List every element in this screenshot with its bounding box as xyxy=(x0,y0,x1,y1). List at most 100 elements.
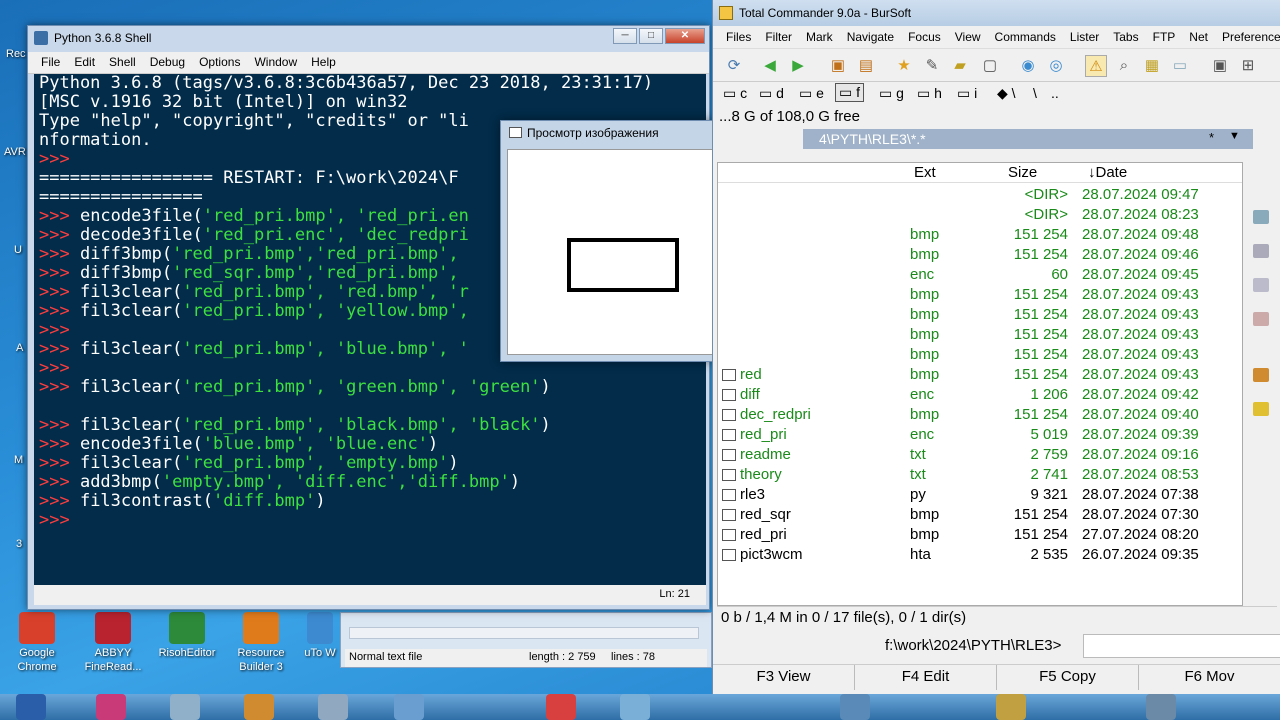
menu-edit[interactable]: Edit xyxy=(67,52,102,73)
f3-view-button[interactable]: F3 View xyxy=(713,665,855,690)
file-row[interactable]: red_pri enc 5 019 28.07.2024 09:39 xyxy=(718,425,1244,445)
record-icon[interactable] xyxy=(546,694,576,720)
f4-edit-button[interactable]: F4 Edit xyxy=(855,665,997,690)
column-ext[interactable]: Ext xyxy=(914,164,936,181)
desktop-icon-resource-builder[interactable]: Resource Builder 3 xyxy=(228,612,294,674)
file-row[interactable]: <DIR> 28.07.2024 09:47 xyxy=(718,185,1244,205)
file-row[interactable]: readme txt 2 759 28.07.2024 09:16 xyxy=(718,445,1244,465)
archive-icon[interactable] xyxy=(1253,368,1269,382)
file-row[interactable]: enc 60 28.07.2024 09:45 xyxy=(718,265,1244,285)
menu-shell[interactable]: Shell xyxy=(102,52,143,73)
drive-root[interactable]: \ xyxy=(1033,85,1037,101)
column-date[interactable]: ↓Date xyxy=(1088,164,1127,181)
desktop-icon-risoheditor[interactable]: RisohEditor xyxy=(154,612,220,660)
desktop-icon-utorrent[interactable]: uTo W xyxy=(300,612,340,660)
drive-e[interactable]: ▭ e xyxy=(799,85,824,102)
search-tool-icon[interactable] xyxy=(318,694,348,720)
warning-icon[interactable]: ⚠ xyxy=(1085,55,1107,77)
file-row[interactable]: red_sqr bmp 151 254 28.07.2024 07:30 xyxy=(718,505,1244,525)
paint-icon[interactable] xyxy=(620,694,650,720)
total-commander-window[interactable]: Total Commander 9.0a - BurSoft Files Fil… xyxy=(712,0,1280,694)
calendar-icon[interactable] xyxy=(394,694,424,720)
edit-icon[interactable] xyxy=(1253,244,1269,258)
drive-i[interactable]: ▭ i xyxy=(957,85,977,102)
f6-move-button[interactable]: F6 Mov xyxy=(1139,665,1280,690)
file-row[interactable]: pict3wcm hta 2 535 26.07.2024 09:35 xyxy=(718,545,1244,565)
file-panel[interactable]: Ext Size ↓Date <DIR> 28.07.2024 09:47 <DIR… xyxy=(717,162,1243,606)
tray-icon[interactable] xyxy=(996,694,1026,720)
edit-icon[interactable]: ✎ xyxy=(921,55,943,77)
sync-icon[interactable]: ▭ xyxy=(1169,55,1191,77)
search-icon[interactable]: ⌕ xyxy=(1113,55,1135,77)
maximize-button[interactable]: □ xyxy=(639,28,663,44)
file-row[interactable]: diff enc 1 206 28.07.2024 09:42 xyxy=(718,385,1244,405)
menu-ftp[interactable]: FTP xyxy=(1146,26,1183,48)
drive-g[interactable]: ▭ g xyxy=(879,85,904,102)
command-input[interactable] xyxy=(1083,634,1280,658)
screen-icon[interactable]: ▣ xyxy=(1209,55,1231,77)
dropdown-icon[interactable]: ▼ xyxy=(1229,130,1240,142)
column-size[interactable]: Size xyxy=(1008,164,1037,181)
unpack-icon[interactable]: ▤ xyxy=(855,55,877,77)
menu-help[interactable]: Help xyxy=(304,52,343,73)
file-row[interactable]: bmp 151 254 28.07.2024 09:43 xyxy=(718,305,1244,325)
drive-network[interactable]: ◆ \ xyxy=(997,85,1016,102)
favorites-icon[interactable]: ★ xyxy=(893,55,915,77)
file-row[interactable]: <DIR> 28.07.2024 08:23 xyxy=(718,205,1244,225)
drive-d[interactable]: ▭ d xyxy=(759,85,784,102)
menu-preferences[interactable]: Preferences xyxy=(1215,26,1280,48)
ftp-icon[interactable]: ◉ xyxy=(1017,55,1039,77)
search-icon[interactable] xyxy=(1253,210,1269,224)
menu-window[interactable]: Window xyxy=(247,52,304,73)
total-commander-titlebar[interactable]: Total Commander 9.0a - BurSoft xyxy=(713,0,1280,26)
menu-lister[interactable]: Lister xyxy=(1063,26,1106,48)
list-icon[interactable] xyxy=(1253,312,1269,326)
menu-commands[interactable]: Commands xyxy=(988,26,1063,48)
file-row[interactable]: bmp 151 254 28.07.2024 09:43 xyxy=(718,325,1244,345)
drive-h[interactable]: ▭ h xyxy=(917,85,942,102)
grid-icon[interactable]: ⊞ xyxy=(1237,55,1259,77)
tray-icon[interactable] xyxy=(1146,694,1176,720)
desktop-icon-abbyy[interactable]: ABBYY FineRead... xyxy=(80,612,146,674)
refresh-icon[interactable]: ⟳ xyxy=(723,55,745,77)
notes-icon[interactable]: ▦ xyxy=(1141,55,1163,77)
file-row[interactable]: rle3 py 9 321 28.07.2024 07:38 xyxy=(718,485,1244,505)
network-icon[interactable]: ◎ xyxy=(1045,55,1067,77)
file-row[interactable]: bmp 151 254 28.07.2024 09:48 xyxy=(718,225,1244,245)
pack-icon[interactable]: ▣ xyxy=(827,55,849,77)
menu-debug[interactable]: Debug xyxy=(143,52,192,73)
back-arrow-icon[interactable]: ◀ xyxy=(759,55,781,77)
new-folder-icon[interactable] xyxy=(1253,402,1269,416)
menu-file[interactable]: File xyxy=(34,52,67,73)
file-row[interactable]: bmp 151 254 28.07.2024 09:43 xyxy=(718,285,1244,305)
file-row[interactable]: red bmp 151 254 28.07.2024 09:43 xyxy=(718,365,1244,385)
horizontal-scrollbar[interactable] xyxy=(349,627,699,639)
tray-icon[interactable] xyxy=(840,694,870,720)
fs-icon[interactable] xyxy=(96,694,126,720)
file-row[interactable]: dec_redpri bmp 151 254 28.07.2024 09:40 xyxy=(718,405,1244,425)
drive-f[interactable]: ▭ f xyxy=(835,83,865,102)
file-row[interactable]: theory txt 2 741 28.07.2024 08:53 xyxy=(718,465,1244,485)
menu-navigate[interactable]: Navigate xyxy=(840,26,901,48)
file-row[interactable]: bmp 151 254 28.07.2024 09:46 xyxy=(718,245,1244,265)
network-icon[interactable] xyxy=(170,694,200,720)
minimize-button[interactable]: ─ xyxy=(613,28,637,44)
background-text-window[interactable]: Normal text file length : 2 759 lines : … xyxy=(340,612,712,668)
menu-filter[interactable]: Filter xyxy=(758,26,799,48)
f5-copy-button[interactable]: F5 Copy xyxy=(997,665,1139,690)
drive-parent[interactable]: .. xyxy=(1051,85,1059,101)
close-button[interactable]: ✕ xyxy=(665,28,705,44)
drive-c[interactable]: ▭ c xyxy=(723,85,747,102)
tools-icon[interactable] xyxy=(244,694,274,720)
clipboard-icon[interactable]: ▢ xyxy=(979,55,1001,77)
star-icon[interactable]: * xyxy=(1209,130,1214,145)
file-row[interactable]: bmp 151 254 28.07.2024 09:43 xyxy=(718,345,1244,365)
document-icon[interactable] xyxy=(1253,278,1269,292)
menu-view[interactable]: View xyxy=(948,26,988,48)
menu-files[interactable]: Files xyxy=(719,26,758,48)
menu-focus[interactable]: Focus xyxy=(901,26,948,48)
python-shell-titlebar[interactable]: Python 3.6.8 Shell ─ □ ✕ xyxy=(28,26,709,52)
menu-mark[interactable]: Mark xyxy=(799,26,840,48)
desktop-icon-chrome[interactable]: Google Chrome xyxy=(4,612,70,674)
file-row[interactable]: red_pri bmp 151 254 27.07.2024 08:20 xyxy=(718,525,1244,545)
